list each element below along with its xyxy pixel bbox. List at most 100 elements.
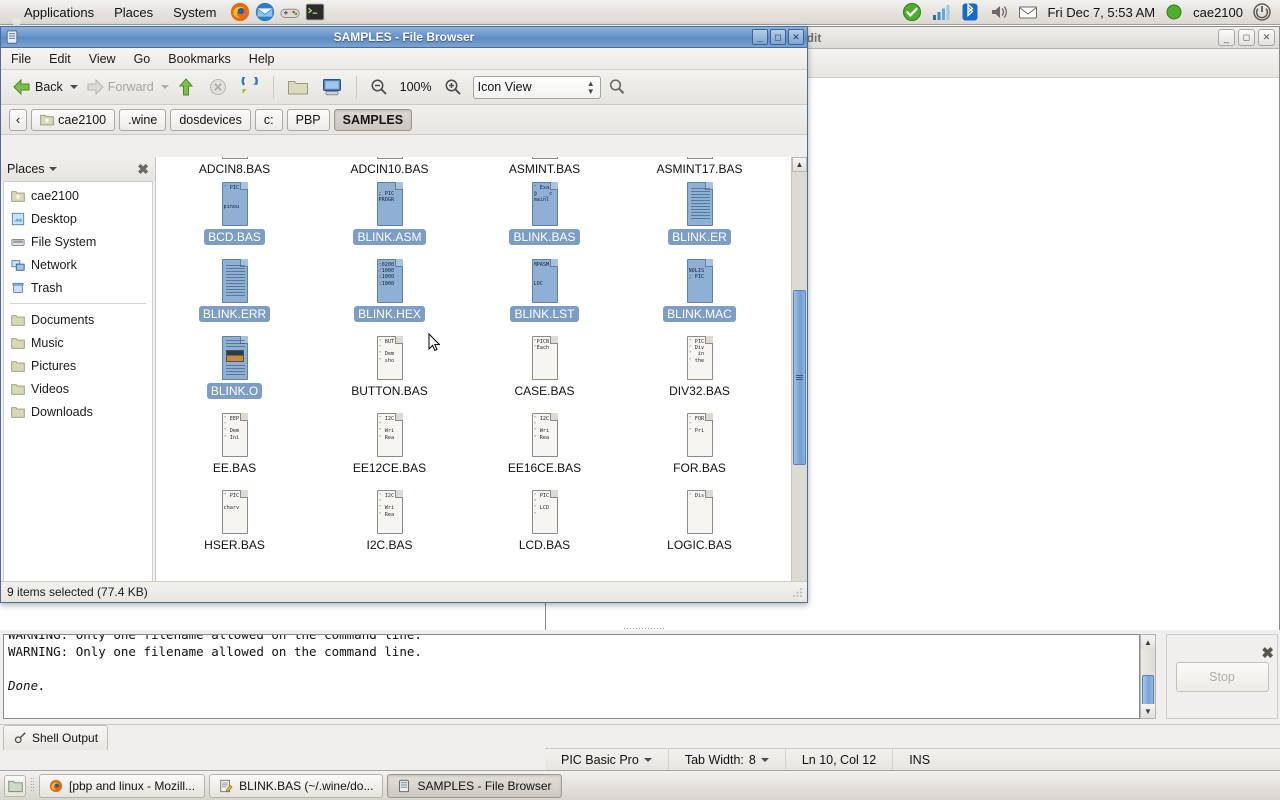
file-name[interactable]: BLINK.BAS xyxy=(509,229,580,245)
thunderbird-icon[interactable] xyxy=(254,1,276,23)
file-icon[interactable] xyxy=(681,181,719,227)
search-button[interactable] xyxy=(603,75,631,99)
maximize-icon[interactable]: ◻ xyxy=(1238,29,1255,46)
file-name[interactable]: EE16CE.BAS xyxy=(504,460,585,476)
file-name[interactable]: BLINK.ERR xyxy=(198,306,271,322)
file-item[interactable]: MPASM LOC BLINK.LST xyxy=(467,254,622,331)
sidebar-item-network[interactable]: Network xyxy=(4,253,152,276)
stop-button[interactable]: Stop xyxy=(1175,661,1269,692)
sidebar-item-videos[interactable]: Videos xyxy=(4,377,152,400)
power-icon[interactable] xyxy=(1252,2,1272,22)
crumb-c-drive[interactable]: c: xyxy=(254,108,283,131)
menu-view[interactable]: View xyxy=(89,52,116,66)
file-icon[interactable]: ' BUT ' ' Dem ' sho xyxy=(371,335,409,381)
scrollbar-track[interactable] xyxy=(792,172,807,587)
maximize-icon[interactable]: ◻ xyxy=(770,29,786,45)
close-sidebar-icon[interactable]: ✖ xyxy=(137,161,149,178)
file-icon[interactable]: 'PICB 'Each xyxy=(526,335,564,381)
computer-button[interactable] xyxy=(316,74,348,100)
home-button[interactable] xyxy=(282,74,314,100)
file-name[interactable]: BUTTON.BAS xyxy=(347,383,431,399)
stop-button[interactable] xyxy=(203,74,233,100)
back-history-dropdown-icon[interactable] xyxy=(69,85,78,89)
minimize-icon[interactable]: _ xyxy=(752,29,768,45)
tab-width-selector[interactable]: Tab Width: 8 xyxy=(669,749,786,770)
scrollbar-thumb[interactable] xyxy=(793,290,806,465)
places-header[interactable]: Places ✖ xyxy=(1,157,155,181)
reload-button[interactable] xyxy=(235,74,265,100)
sidebar-item-pictures[interactable]: Pictures xyxy=(4,354,152,377)
menu-applications[interactable]: Applications xyxy=(21,3,97,22)
menu-bookmarks[interactable]: Bookmarks xyxy=(168,52,231,66)
close-shell-pane-icon[interactable]: ✖ xyxy=(1261,644,1274,662)
file-icon[interactable]: ' Dis xyxy=(681,489,719,535)
menu-places[interactable]: Places xyxy=(111,3,156,22)
pane-splitter[interactable] xyxy=(0,626,1280,631)
file-icon[interactable]: MPASM LOC xyxy=(526,258,564,304)
bluetooth-icon[interactable] xyxy=(960,2,980,22)
file-name[interactable]: ADCIN8.BAS xyxy=(195,161,274,177)
file-item[interactable]: ' Dis LOGIC.BAS xyxy=(622,485,777,562)
file-name[interactable]: HSER.BAS xyxy=(200,537,269,553)
file-item[interactable]: ADCIN10.BAS xyxy=(312,157,467,177)
file-item[interactable]: ' BUT ' ' Dem ' sho BUTTON.BAS xyxy=(312,331,467,408)
crumb-samples[interactable]: SAMPLES xyxy=(333,108,413,131)
crumb-pbp[interactable]: PBP xyxy=(286,108,330,131)
file-name[interactable]: ASMINT.BAS xyxy=(505,161,584,177)
user-status-icon[interactable] xyxy=(1164,2,1184,22)
scroll-up-icon[interactable]: ▲ xyxy=(792,157,807,172)
scrollbar-thumb[interactable] xyxy=(1142,675,1154,705)
crumb-wine[interactable]: .wine xyxy=(119,108,167,131)
file-name[interactable]: BLINK.MAC xyxy=(663,306,736,322)
file-item[interactable]: ' EEP ' ' Dem ' Ini EE.BAS xyxy=(157,408,312,485)
file-item[interactable]: ' PIC charv HSER.BAS xyxy=(157,485,312,562)
file-item[interactable]: ' PIC pinou BCD.BAS xyxy=(157,177,312,254)
file-name[interactable]: LOGIC.BAS xyxy=(663,537,736,553)
file-name[interactable]: CASE.BAS xyxy=(510,383,578,399)
forward-button[interactable]: Forward xyxy=(80,74,159,100)
gamepad-icon[interactable] xyxy=(279,1,301,23)
task-gedit[interactable]: BLINK.BAS (~/.wine/do... xyxy=(209,773,384,798)
file-item[interactable]: ' PIC ' Div ' in ' the DIV32.BAS xyxy=(622,331,777,408)
file-item[interactable]: ' FOR ' ' Pri FOR.BAS xyxy=(622,408,777,485)
file-name[interactable]: EE.BAS xyxy=(209,460,260,476)
language-selector[interactable]: PIC Basic Pro xyxy=(545,749,669,770)
file-icon[interactable]: ' PIC ' ' LCD ' xyxy=(526,489,564,535)
icon-view-scrollbar[interactable]: ▲ ▼ xyxy=(791,157,807,602)
volume-icon[interactable] xyxy=(989,2,1009,22)
sidebar-item-trash[interactable]: Trash xyxy=(4,276,152,299)
file-icon[interactable] xyxy=(216,335,254,381)
clock[interactable]: Fri Dec 7, 5:53 AM xyxy=(1047,5,1155,20)
up-button[interactable] xyxy=(171,74,201,100)
menu-system[interactable]: System xyxy=(170,3,219,22)
terminal-icon[interactable] xyxy=(304,1,326,23)
close-icon[interactable]: ✕ xyxy=(1258,29,1275,46)
file-icon[interactable]: :0200 :1000 :1000 :1000 xyxy=(371,258,409,304)
file-item[interactable]: :0200 :1000 :1000 :1000 BLINK.HEX xyxy=(312,254,467,331)
forward-history-dropdown-icon[interactable] xyxy=(160,85,169,89)
file-item[interactable]: ASMINT.BAS xyxy=(467,157,622,177)
chevron-down-icon[interactable] xyxy=(48,167,57,171)
zoom-level-label[interactable]: 100% xyxy=(395,80,437,94)
file-name[interactable]: DIV32.BAS xyxy=(665,383,734,399)
file-icon[interactable] xyxy=(216,258,254,304)
file-browser-window[interactable]: SAMPLES - File Browser _ ◻ ✕ File Edit V… xyxy=(0,26,808,603)
update-manager-icon[interactable] xyxy=(902,2,922,22)
sidebar-item-file-system[interactable]: File System xyxy=(4,230,152,253)
file-icon[interactable]: ' I2C ' ' Wri ' Rea xyxy=(371,412,409,458)
menu-go[interactable]: Go xyxy=(134,52,151,66)
close-icon[interactable]: ✕ xyxy=(788,29,804,45)
crumb-cae2100[interactable]: cae2100 xyxy=(31,108,116,131)
file-name[interactable]: I2C.BAS xyxy=(362,537,416,553)
sidebar-item-music[interactable]: Music xyxy=(4,331,152,354)
file-name[interactable]: BLINK.ER xyxy=(668,229,731,245)
file-name[interactable]: BLINK.ASM xyxy=(353,229,426,245)
username-label[interactable]: cae2100 xyxy=(1193,5,1243,20)
file-item[interactable]: ' PIC ' ' LCD ' LCD.BAS xyxy=(467,485,622,562)
file-item[interactable]: NOLIS ; PIC BLINK.MAC xyxy=(622,254,777,331)
mail-icon[interactable] xyxy=(1018,2,1038,22)
file-item[interactable]: BLINK.ER xyxy=(622,177,777,254)
file-item[interactable]: BLINK.ERR xyxy=(157,254,312,331)
insert-mode-indicator[interactable]: INS xyxy=(893,749,946,770)
file-icon[interactable]: ' PIC charv xyxy=(216,489,254,535)
